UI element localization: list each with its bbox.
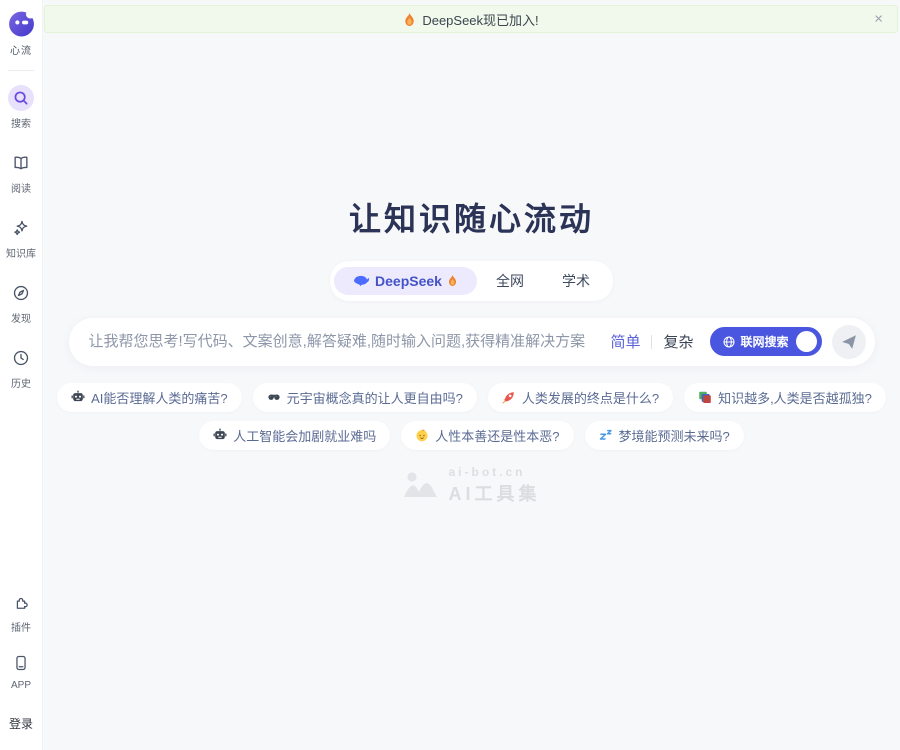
mode-simple[interactable]: 简单 (610, 331, 640, 352)
search-bar: 简单 复杂 联网搜索 (69, 318, 875, 366)
login-link[interactable]: 登录 (9, 715, 33, 732)
suggestion-row-2: 人工智能会加剧就业难吗 人性本善还是性本恶? (199, 421, 743, 450)
mode-complex[interactable]: 复杂 (663, 331, 693, 352)
paper-plane-icon (841, 334, 857, 350)
watermark-line1: ai-bot.cn (449, 465, 541, 479)
scope-tabs: DeepSeek 全网 学术 (330, 261, 613, 301)
xinliu-logo-icon (7, 9, 36, 38)
watermark: ai-bot.cn AI工具集 (403, 465, 541, 506)
sidebar-item-search[interactable]: 搜索 (8, 85, 34, 130)
content: 让知识随心流动 DeepSeek 全网 (43, 33, 900, 750)
flame-icon (447, 274, 458, 287)
phone-icon (8, 650, 34, 676)
suggestion-chip[interactable]: 梦境能预测未来吗? (585, 421, 744, 450)
sparkle-icon (8, 215, 34, 241)
sidebar-item-read[interactable]: 阅读 (8, 150, 34, 195)
tab-web[interactable]: 全网 (477, 265, 543, 297)
chip-label: 梦境能预测未来吗? (619, 426, 730, 445)
suggestion-chip[interactable]: 知识越多,人类是否越孤独? (684, 383, 886, 412)
sidebar-item-app[interactable]: APP (8, 650, 34, 691)
announcement-banner: DeepSeek现已加入! × (44, 5, 898, 33)
tab-academic[interactable]: 学术 (543, 265, 609, 297)
read-icon (8, 150, 34, 176)
main-area: DeepSeek现已加入! × 让知识随心流动 DeepSeek (43, 0, 900, 750)
zzz-icon (599, 428, 613, 442)
toggle-knob (796, 331, 817, 352)
sidebar-bottom: 插件 APP 登录 (8, 589, 34, 732)
watermark-text: ai-bot.cn AI工具集 (449, 465, 541, 506)
sidebar-item-discover[interactable]: 发现 (8, 280, 34, 325)
suggestion-chip[interactable]: 人类发展的终点是什么? (488, 383, 673, 412)
chip-label: 人类发展的终点是什么? (522, 388, 659, 407)
watermark-line2: AI工具集 (449, 480, 541, 506)
books-icon (698, 390, 712, 404)
ai-bot-logo-icon (403, 470, 441, 500)
chip-label: 人性本善还是性本恶? (435, 426, 559, 445)
vr-goggles-icon (267, 390, 281, 404)
puzzle-icon (8, 589, 34, 615)
suggestion-chip[interactable]: 人工智能会加剧就业难吗 (199, 421, 390, 450)
banner-text: DeepSeek现已加入! (422, 10, 538, 29)
chip-label: 元宇宙概念真的让人更自由吗? (287, 388, 463, 407)
compass-icon (8, 280, 34, 306)
sidebar-item-label: 发现 (11, 310, 31, 325)
suggestion-chip[interactable]: 人性本善还是性本恶? (401, 421, 573, 450)
close-icon[interactable]: × (874, 12, 883, 27)
sidebar: 心流 搜索 阅读 知识库 (0, 0, 43, 750)
whale-icon (353, 274, 370, 287)
suggestion-chip[interactable]: AI能否理解人类的痛苦? (57, 383, 242, 412)
robot-icon (71, 390, 85, 404)
robot-icon (213, 428, 227, 442)
send-button[interactable] (832, 325, 866, 359)
baby-face-icon (415, 428, 429, 442)
app-logo[interactable]: 心流 (7, 9, 36, 57)
chip-label: 人工智能会加剧就业难吗 (233, 426, 376, 445)
search-icon (8, 85, 34, 111)
chip-label: 知识越多,人类是否越孤独? (718, 388, 872, 407)
sidebar-item-plugin[interactable]: 插件 (8, 589, 34, 634)
globe-icon (722, 335, 736, 349)
clock-icon (8, 345, 34, 371)
sidebar-item-history[interactable]: 历史 (8, 345, 34, 390)
sidebar-item-label: 历史 (11, 375, 31, 390)
rocket-icon (502, 390, 516, 404)
tab-label: 全网 (496, 271, 524, 291)
sidebar-item-label: 插件 (11, 619, 31, 634)
page-title: 让知识随心流动 (349, 201, 594, 238)
mode-divider (651, 335, 652, 349)
search-input[interactable] (89, 333, 611, 350)
tab-deepseek[interactable]: DeepSeek (334, 267, 477, 295)
sidebar-divider (8, 70, 34, 71)
web-search-toggle[interactable]: 联网搜索 (710, 327, 821, 356)
sidebar-item-label: 阅读 (11, 180, 31, 195)
tab-label: 学术 (562, 271, 590, 291)
suggestion-chip[interactable]: 元宇宙概念真的让人更自由吗? (253, 383, 477, 412)
sidebar-item-knowledge[interactable]: 知识库 (6, 215, 36, 260)
sidebar-item-label: APP (11, 680, 31, 691)
web-search-label: 联网搜索 (740, 333, 788, 350)
tab-label: DeepSeek (375, 273, 442, 289)
sidebar-item-label: 搜索 (11, 115, 31, 130)
chip-label: AI能否理解人类的痛苦? (91, 388, 228, 407)
sidebar-item-label: 知识库 (6, 245, 36, 260)
suggestion-row-1: AI能否理解人类的痛苦? 元宇宙概念真的让人更自由吗? (57, 383, 886, 412)
flame-icon (403, 12, 416, 27)
app-logo-label: 心流 (10, 42, 32, 57)
